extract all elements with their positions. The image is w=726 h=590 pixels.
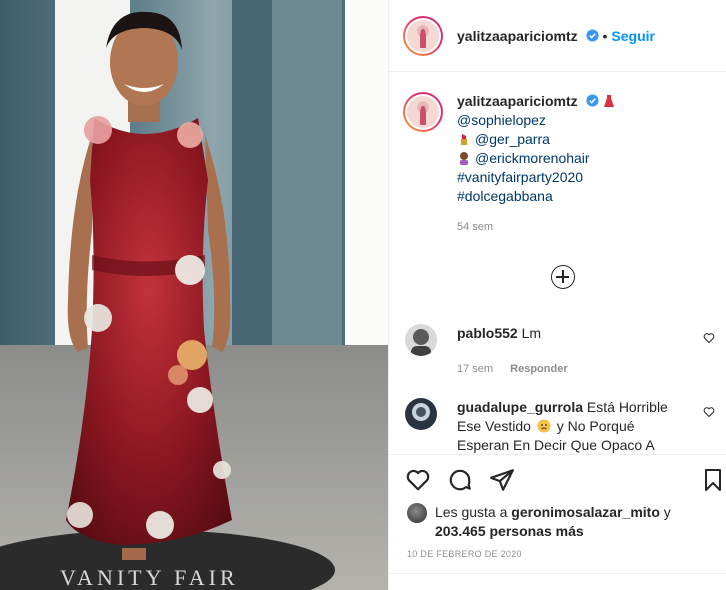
caption-mention-sophielopez[interactable]: @sophielopez	[457, 111, 620, 130]
caption-time[interactable]: 54 sem	[457, 218, 620, 237]
caption-mention-ger-parra[interactable]: @ger_parra	[475, 131, 550, 147]
comment-item: pablo552 Lm 17 sem Responder	[405, 324, 715, 379]
post-caption: yalitzaapariciomtz @sophielopez @ger_par…	[403, 92, 620, 237]
follow-button[interactable]: Seguir	[611, 28, 655, 44]
comment-text-line-1: Está Horrible	[586, 399, 668, 415]
comment-body: guadalupe_gurrola Está Horrible Ese Vest…	[457, 398, 679, 455]
verified-icon	[585, 28, 599, 42]
plus-circle-icon[interactable]	[551, 265, 575, 289]
caption-hashtag-vanityfairparty2020[interactable]: #vanityfairparty2020	[457, 168, 620, 187]
vanity-fair-floor-logo: VANITY FAIR	[60, 565, 239, 590]
heart-icon[interactable]	[703, 332, 715, 344]
likes-count[interactable]: 203.465 personas más	[435, 523, 584, 539]
author-username[interactable]: yalitzaapariciomtz	[457, 28, 599, 44]
lipstick-icon	[461, 134, 467, 145]
comment-meta: 17 sem Responder	[457, 360, 679, 379]
comment-text-line-2: Ese Vestido	[457, 418, 531, 434]
header-separator: •	[602, 27, 608, 44]
caption-username[interactable]: yalitzaapariciomtz	[457, 93, 578, 109]
share-icon[interactable]	[489, 467, 515, 493]
post-sidebar: yalitzaapariciomtz • Seguir yalitzaapari…	[388, 0, 726, 590]
post-photo[interactable]: VANITY FAIR	[0, 0, 388, 590]
sad-face-icon	[537, 419, 551, 433]
comment-text-line-3: Esperan En Decir Que Opaco A	[457, 437, 655, 453]
comment-time[interactable]: 17 sem	[457, 363, 493, 375]
heart-icon[interactable]	[405, 467, 431, 493]
hairdresser-icon	[460, 152, 468, 165]
verified-icon	[585, 94, 599, 107]
comment-text: Lm	[521, 325, 542, 341]
bookmark-icon[interactable]	[701, 467, 725, 493]
likes-summary: Les gusta a geronimosalazar_mito y 203.4…	[407, 503, 671, 541]
reply-button[interactable]: Responder	[510, 363, 567, 375]
dress-icon	[604, 95, 615, 107]
post-date[interactable]: 10 DE FEBRERO DE 2020	[407, 549, 522, 559]
caption-avatar[interactable]	[403, 92, 443, 132]
caption-mention-erickmorenohair[interactable]: @erickmorenohair	[475, 150, 590, 166]
photo-art: VANITY FAIR	[0, 0, 388, 590]
comment-text-line-2b: y No Porqué	[556, 418, 635, 434]
caption-hashtag-dolcegabbana[interactable]: #dolcegabbana	[457, 187, 620, 206]
caption-body: yalitzaapariciomtz @sophielopez @ger_par…	[457, 92, 620, 237]
post-header: yalitzaapariciomtz • Seguir	[389, 0, 726, 72]
liker-username[interactable]: geronimosalazar_mito	[511, 504, 660, 520]
commenter-avatar[interactable]	[405, 324, 437, 356]
comment-username[interactable]: pablo552	[457, 325, 518, 341]
likes-text: Les gusta a geronimosalazar_mito y 203.4…	[435, 504, 671, 539]
divider	[389, 573, 726, 574]
heart-icon[interactable]	[703, 406, 715, 418]
commenter-avatar[interactable]	[405, 398, 437, 430]
liker-avatar[interactable]	[407, 503, 427, 523]
comment-username[interactable]: guadalupe_gurrola	[457, 399, 583, 415]
comment-item: guadalupe_gurrola Está Horrible Ese Vest…	[405, 398, 715, 455]
post-actions: Les gusta a geronimosalazar_mito y 203.4…	[389, 454, 726, 590]
author-avatar[interactable]	[403, 15, 443, 56]
comment-icon[interactable]	[447, 467, 473, 493]
comment-body: pablo552 Lm 17 sem Responder	[457, 324, 679, 379]
